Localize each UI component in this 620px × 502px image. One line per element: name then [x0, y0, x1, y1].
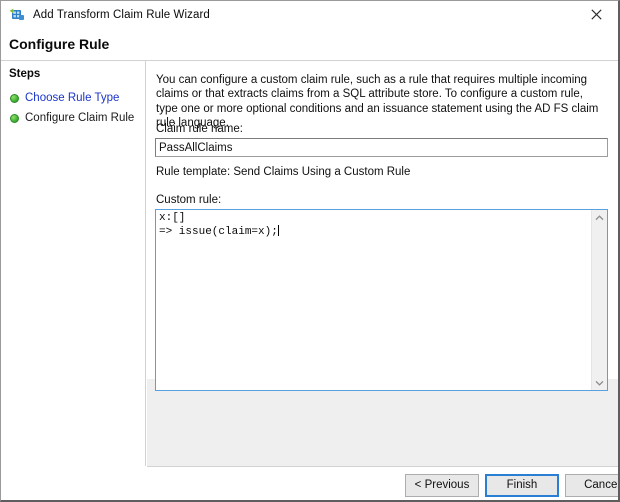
- steps-list: Choose Rule Type Configure Claim Rule: [1, 88, 146, 128]
- custom-rule-label: Custom rule:: [156, 194, 222, 206]
- close-button[interactable]: [574, 1, 618, 28]
- steps-heading: Steps: [9, 68, 41, 80]
- adfs-claim-rule-icon: [8, 7, 26, 23]
- steps-sidebar: Steps Choose Rule Type Configure Claim R…: [1, 61, 146, 466]
- window-title: Add Transform Claim Rule Wizard: [33, 9, 210, 21]
- sidebar-item-label: Choose Rule Type: [25, 92, 120, 104]
- scrollbar-up-button[interactable]: [592, 210, 607, 225]
- footer-left-spacer: [1, 466, 147, 500]
- title-bar: Add Transform Claim Rule Wizard: [1, 1, 618, 29]
- wizard-body: Steps Choose Rule Type Configure Claim R…: [1, 61, 618, 466]
- claim-rule-name-input[interactable]: [155, 138, 608, 157]
- step-bullet-icon: [10, 113, 19, 123]
- description-text: You can configure a custom claim rule, s…: [156, 74, 599, 130]
- page-title: Configure Rule: [9, 36, 110, 52]
- custom-rule-editor[interactable]: x:[] => issue(claim=x);: [155, 209, 608, 391]
- scrollbar-down-button[interactable]: [592, 375, 607, 390]
- sidebar-item-choose-rule-type[interactable]: Choose Rule Type: [1, 88, 146, 108]
- custom-rule-text: x:[] => issue(claim=x);: [159, 212, 279, 238]
- finish-button[interactable]: Finish: [485, 474, 559, 497]
- rule-template-text: Rule template: Send Claims Using a Custo…: [156, 166, 411, 178]
- step-bullet-icon: [10, 93, 19, 103]
- chevron-up-icon: [595, 214, 604, 221]
- wizard-window: Add Transform Claim Rule Wizard Configur…: [0, 0, 620, 502]
- content-panel: You can configure a custom claim rule, s…: [147, 61, 618, 466]
- text-caret: [277, 225, 279, 236]
- footer-bar: < Previous Finish Cancel: [147, 466, 618, 500]
- custom-rule-scrollbar[interactable]: [591, 210, 607, 390]
- page-header: Configure Rule: [1, 29, 618, 61]
- previous-button[interactable]: < Previous: [405, 474, 479, 497]
- sidebar-item-label: Configure Claim Rule: [25, 112, 135, 124]
- sidebar-item-configure-claim-rule[interactable]: Configure Claim Rule: [1, 108, 146, 128]
- close-icon: [590, 9, 602, 20]
- chevron-down-icon: [595, 380, 604, 386]
- claim-rule-name-label: Claim rule name:: [156, 123, 243, 135]
- cancel-button[interactable]: Cancel: [565, 474, 618, 497]
